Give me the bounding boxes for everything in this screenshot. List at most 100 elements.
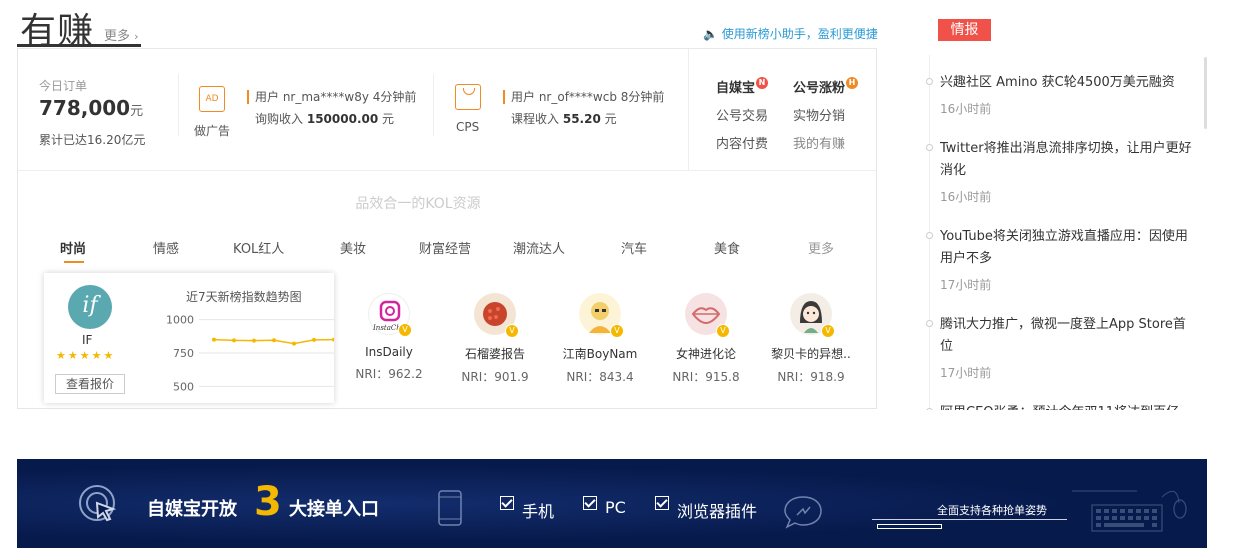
kol-account-name[interactable]: 江南BoyNam — [550, 345, 650, 362]
helper-link-label: 使用新榜小助手，盈利更便捷 — [721, 27, 878, 41]
verified-icon: V — [505, 324, 519, 338]
tab-shishang[interactable]: 时尚 — [60, 238, 86, 257]
tab-chaoliu-daren[interactable]: 潮流达人 — [513, 238, 565, 257]
link-zimeibao-label: 自媒宝 — [716, 81, 756, 96]
link-neirong-fufei[interactable]: 内容付费 — [716, 133, 768, 152]
star-rating: ★★★★★ — [56, 349, 116, 362]
news-title[interactable]: 兴趣社区 Amino 获C轮4500万美元融资 — [940, 72, 1196, 94]
kol-account[interactable]: V 黎贝卡的异想.. NRI：918.9 — [761, 293, 861, 385]
banner-support-text: 全面支持各种抢单姿势 — [937, 504, 1047, 517]
cps-income-line: 课程收入 55.20 元 — [503, 110, 617, 127]
chevron-right-icon: › — [134, 30, 139, 43]
keyboard-mouse-icon — [1072, 490, 1187, 532]
news-time: 16小时前 — [940, 190, 992, 204]
more-link[interactable]: 更多 › — [104, 25, 139, 44]
intel-tag: 情报 — [938, 19, 991, 41]
news-item[interactable]: Twitter将推出消息流排序切换，让用户更好消化 16小时前 — [926, 138, 1196, 205]
quick-links: 自媒宝 N 公号涨粉 H 公号交易 实物分销 内容付费 我的有赚 — [688, 49, 876, 170]
news-item[interactable]: 腾讯大力推广，微视一度登上App Store首位 17小时前 — [926, 314, 1196, 381]
helper-link[interactable]: 🔈 使用新榜小助手，盈利更便捷 — [703, 25, 878, 42]
news-item[interactable]: 兴趣社区 Amino 获C轮4500万美元融资 16小时前 — [926, 72, 1196, 117]
news-item[interactable]: 阿里CEO张勇：预计今年双11将达到百亿 — [926, 402, 1196, 410]
speaker-icon: 🔈 — [703, 27, 718, 41]
hot-badge: H — [846, 77, 859, 89]
banner-item-plugin: 浏览器插件 — [677, 502, 758, 521]
trend-point — [272, 338, 276, 343]
verified-icon: V — [398, 323, 412, 337]
tab-meizhuang[interactable]: 美妆 — [340, 238, 366, 257]
checkbox-icon — [583, 496, 597, 510]
kol-account-name[interactable]: 女神进化论 — [656, 345, 756, 362]
kol-account[interactable]: V 江南BoyNam NRI：843.4 — [550, 293, 650, 385]
orders-unit: 元 — [130, 104, 144, 119]
tab-more[interactable]: 更多 — [808, 238, 834, 257]
news-item[interactable]: YouTube将关闭独立游戏直播应用：因使用用户不多 17小时前 — [926, 226, 1196, 293]
instagram-icon[interactable]: InstaChic V — [368, 293, 412, 337]
news-title[interactable]: YouTube将关闭独立游戏直播应用：因使用用户不多 — [940, 226, 1196, 270]
trend-point — [292, 341, 296, 346]
orders-label: 今日订单 — [39, 79, 88, 93]
featured-kol-card[interactable]: if IF ★★★★★ 查看报价 近7天新榜指数趋势图 1000 750 500 — [44, 273, 334, 403]
kol-section-title: 品效合一的KOL资源 — [355, 196, 481, 212]
ad-icon[interactable]: AD — [199, 86, 225, 112]
kol-account-name[interactable]: 石榴婆报告 — [445, 345, 545, 362]
kol-account[interactable]: V 女神进化论 NRI：915.8 — [656, 293, 756, 385]
news-feed[interactable]: 兴趣社区 Amino 获C轮4500万美元融资 16小时前 Twitter将推出… — [925, 55, 1210, 410]
kol-account-nri: NRI：918.9 — [777, 370, 845, 384]
news-title[interactable]: Twitter将推出消息流排序切换，让用户更好消化 — [940, 138, 1196, 182]
title-underline — [17, 44, 141, 47]
verified-icon: V — [716, 324, 730, 338]
promo-banner[interactable]: 自媒宝开放 3 大接单入口 手机 PC 浏览器插件 全面支持各种抢单姿势 — [17, 459, 1207, 548]
divider — [433, 74, 434, 136]
link-zimeibao[interactable]: 自媒宝 N — [716, 77, 769, 96]
news-time: 17小时前 — [940, 278, 992, 292]
pomegranate-icon[interactable]: V — [474, 293, 519, 338]
kol-account[interactable]: V 石榴婆报告 NRI：901.9 — [445, 293, 545, 385]
cps-income-label: 课程收入 — [511, 112, 560, 126]
view-quote-button[interactable]: 查看报价 — [55, 374, 125, 394]
avatar[interactable]: if — [68, 285, 112, 329]
more-link-label: 更多 — [104, 29, 131, 44]
lips-icon[interactable]: V — [685, 293, 730, 338]
news-time: 16小时前 — [940, 102, 992, 116]
link-gonghao-zhangfen[interactable]: 公号涨粉 H — [793, 77, 859, 96]
timeline-dot — [926, 408, 933, 410]
scrollbar[interactable] — [1204, 57, 1207, 129]
banner-text-left: 自媒宝开放 — [147, 499, 237, 520]
cps-user-line: 用户 nr_of****wcb 8分钟前 — [503, 90, 664, 104]
link-shiwu-fenxiao[interactable]: 实物分销 — [793, 105, 845, 124]
link-wode-youzhuan[interactable]: 我的有赚 — [793, 133, 845, 152]
kol-account[interactable]: InstaChic V InsDaily NRI：962.2 — [339, 293, 439, 382]
link-gonghao-jiaoyi[interactable]: 公号交易 — [716, 105, 768, 124]
person-icon[interactable]: V — [579, 293, 624, 338]
kol-account-nri: NRI：843.4 — [566, 370, 634, 384]
tab-qiche[interactable]: 汽车 — [621, 238, 647, 257]
ad-income-unit: 元 — [382, 112, 395, 126]
kol-account-nri: NRI：962.2 — [355, 367, 423, 381]
kol-account-nri: NRI：915.8 — [672, 370, 740, 384]
kol-account-nri: NRI：901.9 — [461, 370, 529, 384]
tab-caifu-jingying[interactable]: 财富经营 — [419, 238, 471, 257]
trend-point — [232, 338, 236, 343]
featured-kol-name[interactable]: IF — [82, 333, 92, 347]
checkbox-icon — [655, 496, 669, 510]
checkbox-icon — [500, 496, 514, 510]
cps-label[interactable]: CPS — [456, 120, 479, 134]
verified-icon: V — [610, 324, 624, 338]
timeline-dot — [926, 232, 933, 239]
banner-item-pc: PC — [605, 498, 626, 517]
tab-meishi[interactable]: 美食 — [714, 238, 740, 257]
ad-label[interactable]: 做广告 — [194, 122, 230, 139]
tab-qinggan[interactable]: 情感 — [153, 238, 179, 257]
news-title[interactable]: 阿里CEO张勇：预计今年双11将达到百亿 — [940, 402, 1196, 410]
shopping-bag-icon[interactable] — [455, 84, 481, 110]
kol-account-name[interactable]: InsDaily — [339, 345, 439, 359]
girl-icon[interactable]: V — [790, 293, 835, 338]
news-title[interactable]: 腾讯大力推广，微视一度登上App Store首位 — [940, 314, 1196, 358]
link-gonghao-zhangfen-label: 公号涨粉 — [793, 81, 846, 96]
kol-account-name[interactable]: 黎贝卡的异想.. — [761, 345, 861, 362]
banner-number: 3 — [254, 479, 282, 525]
orders-total: 累计已达16.20亿元 — [39, 133, 146, 147]
timeline-dot — [926, 144, 933, 151]
tab-kol-hongren[interactable]: KOL红人 — [233, 238, 284, 257]
